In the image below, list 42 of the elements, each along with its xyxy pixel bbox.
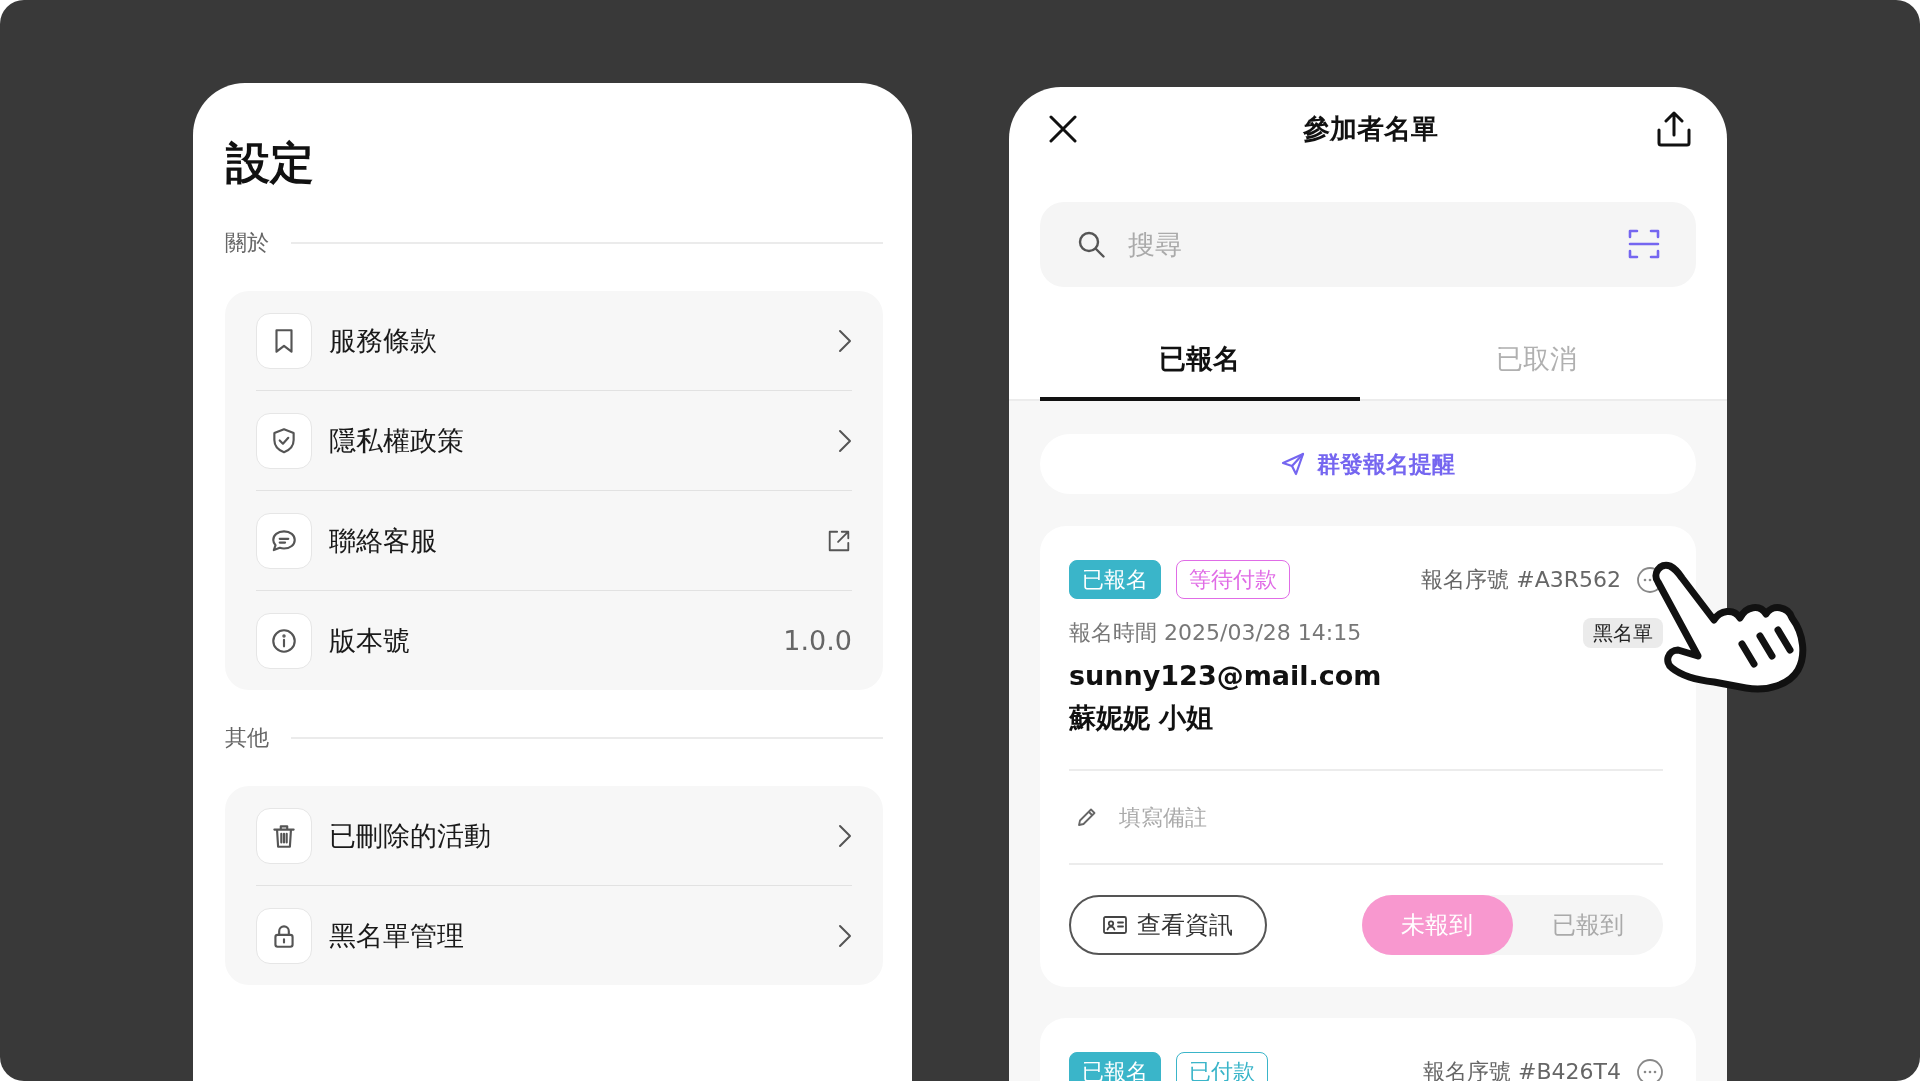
settings-menu-item[interactable]: 隱私權政策 — [225, 391, 883, 490]
blacklist-badge: 黑名單 — [1583, 618, 1663, 648]
padlock-icon — [256, 907, 312, 964]
id-card-icon — [1103, 916, 1127, 934]
broadcast-reminder-button[interactable]: 群發報名提醒 — [1040, 434, 1696, 494]
version-number: 1.0.0 — [783, 625, 852, 656]
chevron-right-icon — [838, 328, 852, 353]
section-label: 關於 — [225, 229, 269, 257]
paper-plane-icon — [1281, 452, 1305, 476]
version-label: 版本號 — [329, 623, 411, 658]
section-label: 其他 — [225, 724, 269, 752]
chevron-right-icon — [838, 923, 852, 948]
view-info-button[interactable]: 查看資訊 — [1069, 895, 1267, 955]
registration-number: 報名序號 #A3R562 — [1421, 565, 1621, 594]
settings-menu-item[interactable]: 已刪除的活動 — [225, 786, 883, 885]
search-icon — [1078, 231, 1105, 258]
settings-menu-item[interactable]: 服務條款 — [225, 291, 883, 390]
chat-bubble-icon — [256, 512, 312, 569]
info-icon — [256, 612, 312, 669]
trash-icon — [256, 807, 312, 864]
status-tag: 已報名 — [1069, 560, 1161, 599]
screen-title: 參加者名單 — [1302, 112, 1438, 146]
participant-name: 蘇妮妮 小姐 — [1069, 701, 1215, 735]
note-field[interactable]: 填寫備註 — [1069, 771, 1663, 863]
bookmark-icon — [256, 312, 312, 369]
settings-title: 設定 — [226, 137, 315, 189]
registration-number: 報名序號 #B426T4 — [1423, 1057, 1621, 1081]
share-icon[interactable] — [1657, 111, 1691, 147]
shield-check-icon — [256, 412, 312, 469]
settings-menu-item[interactable]: 聯絡客服 — [225, 491, 883, 590]
registration-time: 報名時間 2025/03/28 14:15 — [1069, 619, 1362, 647]
chevron-right-icon — [838, 428, 852, 453]
status-tag: 已報名 — [1069, 1052, 1161, 1081]
status-tag: 已付款 — [1176, 1052, 1268, 1081]
close-icon[interactable] — [1049, 115, 1077, 143]
pencil-icon — [1077, 807, 1097, 827]
settings-menu-item[interactable]: 黑名單管理 — [225, 886, 883, 985]
email-address: sunny123@mail.com — [1069, 659, 1383, 693]
scan-icon[interactable] — [1628, 228, 1660, 260]
search-field[interactable]: 搜尋 — [1040, 202, 1696, 287]
chevron-right-icon — [838, 823, 852, 848]
status-tag: 等待付款 — [1176, 560, 1290, 599]
